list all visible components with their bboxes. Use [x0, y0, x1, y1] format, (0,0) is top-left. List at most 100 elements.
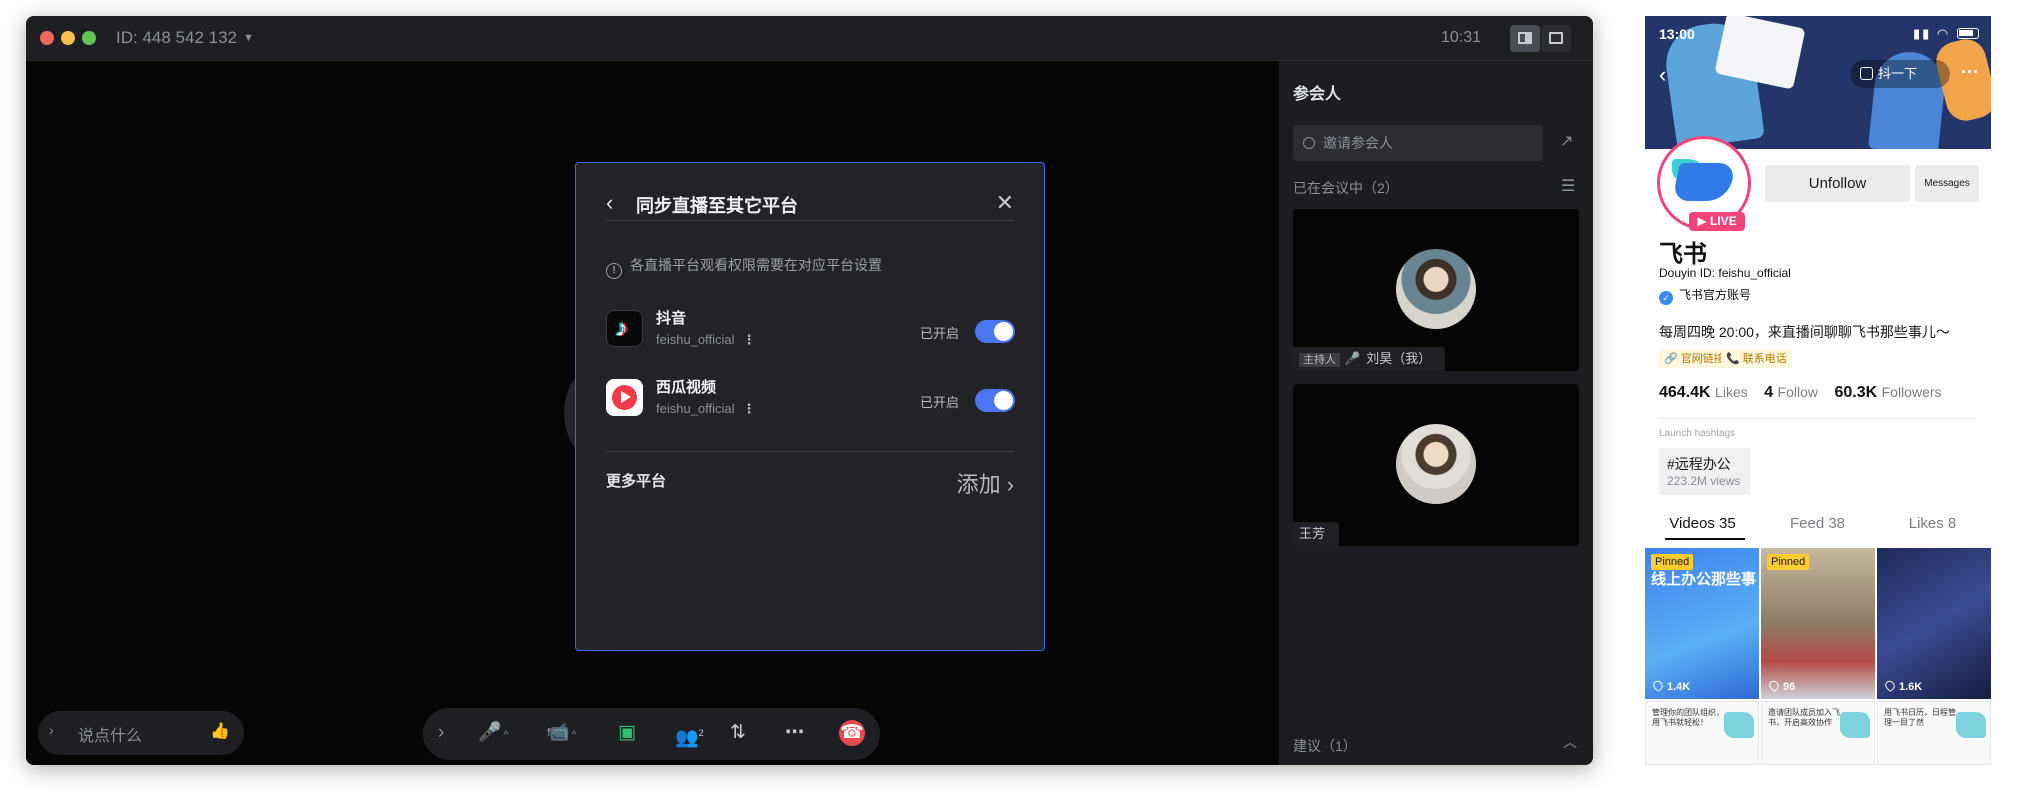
meeting-id-text: ID: 448 542 132 [116, 28, 237, 47]
share-icon[interactable]: ↗ [1560, 131, 1573, 151]
host-badge: 主持人 [1299, 353, 1340, 367]
minimize-window-button[interactable] [61, 31, 75, 45]
invite-search-input[interactable]: 邀请参会人 [1293, 125, 1543, 161]
toggle-knob [994, 391, 1013, 410]
collapse-toolbar-icon[interactable]: › [438, 720, 444, 746]
unfollow-button[interactable]: Unfollow [1765, 165, 1910, 202]
tab-videos[interactable]: Videos 35 [1645, 515, 1760, 532]
meeting-window: ID: 448 542 132 ▼ 10:31 ‹ 同步直播至其它平台 ✕ ! 各直… [26, 16, 1593, 765]
platform-row-douyin: ♪ 抖音 feishu_official ⋮ 已开启 [606, 306, 1015, 354]
heart-icon [1651, 678, 1665, 693]
chat-input[interactable]: 说点什么 [78, 722, 142, 746]
mute-microphone-button[interactable]: 🎤 ^ [478, 720, 508, 749]
live-badge-text: LIVE [1709, 214, 1737, 228]
verified-text: 飞书官方账号 [1679, 288, 1752, 302]
video-thumbnail[interactable]: Pinned 96 [1761, 548, 1875, 699]
meeting-id-dropdown[interactable]: ID: 448 542 132 ▼ [116, 27, 254, 49]
profile-name: 飞书 [1659, 241, 1707, 268]
followers-label[interactable]: Followers [1882, 384, 1942, 400]
shake-button[interactable]: 抖一下 [1850, 60, 1950, 88]
chip-text: 联系电话 [1742, 353, 1787, 365]
participant-name-tag: 王芳 [1293, 522, 1340, 546]
video-caption: 邀请团队成员加入飞书，开启高效协作 [1768, 708, 1840, 727]
shake-label: 抖一下 [1878, 66, 1918, 81]
share-screen-button[interactable]: ▣ [618, 720, 636, 746]
likes-text: 96 [1783, 681, 1796, 693]
tab-likes[interactable]: Likes 8 [1875, 515, 1990, 532]
thumbs-up-icon[interactable]: 👍 [210, 721, 230, 741]
video-likes: 1.4K [1651, 678, 1691, 693]
profile-bio: 每周四晚 20:00，来直播间聊聊飞书那些事儿～ [1659, 324, 1950, 340]
follow-count[interactable]: 4 [1764, 384, 1773, 401]
tab-feed[interactable]: Feed 38 [1760, 515, 1875, 532]
back-arrow-icon[interactable]: ‹ [606, 191, 613, 215]
end-call-button[interactable]: ☎ [839, 720, 865, 746]
platform-status: 已开启 [920, 395, 960, 410]
chevron-up-icon[interactable]: ︿ [1563, 732, 1577, 752]
followers-count[interactable]: 60.3K [1834, 384, 1877, 401]
signal-wifi-icon: ▮▮ ◠ [1913, 26, 1951, 41]
battery-icon [1957, 28, 1979, 39]
participants-button[interactable]: 👥2 [675, 720, 704, 751]
verified-label: ✓ 飞书官方账号 [1659, 286, 1751, 305]
participant-name: 刘昊（我） [1366, 351, 1432, 366]
video-caption: 管理你的团队组织，用飞书就轻松！ [1652, 708, 1724, 727]
hashtag-name: #远程办公 [1667, 456, 1731, 472]
chip-text: 官网链接 [1680, 353, 1725, 365]
camera-off-button[interactable]: 📹 ^ [546, 720, 576, 749]
chevron-right-icon[interactable]: › [49, 722, 54, 738]
participant-count: 2 [698, 728, 704, 738]
video-thumbnail[interactable]: 邀请团队成员加入飞书，开启高效协作 [1761, 701, 1875, 765]
chevron-down-icon: ▼ [242, 32, 254, 44]
more-vertical-icon[interactable]: ⋮ [743, 332, 756, 347]
participant-tile[interactable]: 主持人 🎤 刘昊（我） [1293, 209, 1579, 371]
video-thumbnail[interactable]: 1.6K [1877, 548, 1991, 699]
add-platform-button[interactable]: 添加 › [951, 467, 1014, 499]
heart-icon [1883, 678, 1897, 693]
close-window-button[interactable] [40, 31, 54, 45]
xigua-sync-toggle[interactable] [975, 389, 1015, 412]
list-view-icon[interactable]: ☰ [1561, 176, 1575, 196]
more-options-icon[interactable]: ⋯ [785, 720, 804, 746]
messages-button[interactable]: Messages [1915, 165, 1979, 202]
platform-name: 抖音 [656, 310, 687, 327]
contact-phone-chip[interactable]: 📞 联系电话 [1721, 350, 1792, 368]
close-icon[interactable]: ✕ [996, 191, 1014, 215]
participant-tile[interactable]: 王芳 [1293, 384, 1579, 546]
douyin-sync-toggle[interactable] [975, 320, 1015, 343]
meeting-clock: 10:31 [1441, 29, 1482, 46]
video-thumbnail[interactable]: Pinned 线上办公那些事 1.4K [1645, 548, 1759, 699]
profile-stats: 464.4K Likes 4 Follow 60.3K Followers [1659, 384, 1954, 402]
more-options-icon[interactable]: ··· [1961, 62, 1979, 83]
video-thumbnail[interactable]: 用飞书日历，日程管理一目了然 [1877, 701, 1991, 765]
participant-avatar [1396, 424, 1476, 504]
info-icon: ! [606, 263, 622, 279]
heart-icon [1767, 678, 1781, 693]
more-vertical-icon[interactable]: ⋮ [743, 401, 756, 416]
douyin-id: Douyin ID: feishu_official [1659, 266, 1791, 280]
verified-check-icon: ✓ [1659, 291, 1673, 305]
in-meeting-count: 已在会议中（2） [1293, 180, 1399, 196]
follow-label[interactable]: Follow [1778, 384, 1818, 400]
likes-text: 1.4K [1667, 681, 1691, 693]
platform-account: feishu_official ⋮ [656, 332, 756, 348]
live-badge[interactable]: ▶ LIVE [1689, 212, 1745, 231]
platform-name: 西瓜视频 [656, 379, 717, 396]
back-chevron-icon[interactable]: ‹ [1659, 62, 1666, 88]
status-time: 13:00 [1659, 26, 1695, 42]
toggle-knob [994, 322, 1013, 341]
side-by-side-layout-button[interactable] [1510, 25, 1540, 52]
chat-box[interactable]: › 说点什么 👍 [38, 711, 244, 755]
modal-header: ‹ 同步直播至其它平台 ✕ [606, 191, 1014, 221]
more-platforms-label: 更多平台 [606, 473, 667, 490]
zoom-window-button[interactable] [82, 31, 96, 45]
profile-banner: 13:00 ▮▮ ◠ ‹ 抖一下 ··· [1645, 16, 1991, 149]
video-likes: 1.6K [1883, 678, 1922, 693]
fullscreen-layout-button[interactable] [1541, 25, 1571, 52]
hashtag-card[interactable]: #远程办公 223.2M views [1659, 448, 1751, 495]
active-tab-indicator [1665, 538, 1745, 540]
suggestions-header[interactable]: 建议（1） [1293, 736, 1357, 756]
live-sync-button[interactable]: ⇅ [730, 720, 746, 746]
website-link-chip[interactable]: 🔗 官网链接 [1659, 350, 1730, 368]
video-thumbnail[interactable]: 管理你的团队组织，用飞书就轻松！ [1645, 701, 1759, 765]
